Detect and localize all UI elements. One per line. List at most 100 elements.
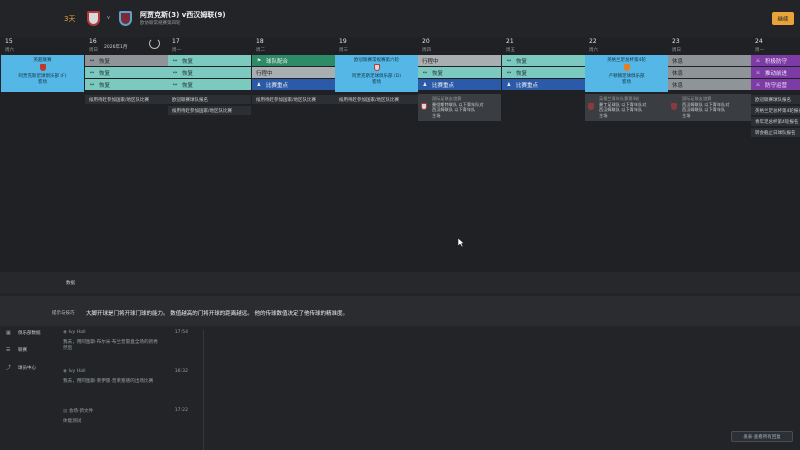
session-label: 恢复 bbox=[182, 82, 194, 89]
session-slot[interactable]: ↔ 恢复 bbox=[85, 79, 168, 90]
recovery-icon: ↔ bbox=[506, 69, 512, 76]
event-note[interactable]: 欧冠联赛球队报名 bbox=[168, 95, 251, 104]
month-label: 2026年1月 bbox=[104, 45, 128, 50]
match-focus-icon: ♟ bbox=[506, 81, 512, 88]
message-time: 17:22 bbox=[174, 408, 188, 413]
youth-match-result[interactable]: 英格兰青年队赛第4轮 曼丁足球队 以下青年队对 西汉姆联队 以下青年队 主场 bbox=[585, 94, 668, 121]
countdown-label: 3天 bbox=[64, 15, 76, 23]
session-slot[interactable]: ↔ 恢复 bbox=[418, 67, 501, 78]
day-date: 19 bbox=[339, 38, 347, 45]
data-section-bar: 数据 bbox=[0, 272, 800, 293]
message-text: 体能测试 bbox=[63, 419, 82, 424]
recovery-icon: ↔ bbox=[172, 57, 178, 64]
session-label: 比赛重点 bbox=[266, 82, 289, 89]
message-sender: Ivy Hall bbox=[68, 369, 86, 374]
youth-match-result[interactable]: 国际足联友谊赛 西汉姆联队 以下青年队对 西汉姆联队 以下青年队 主场 bbox=[668, 94, 751, 121]
event-note[interactable]: 候用待赶参加国家/地区队比赛 bbox=[85, 95, 168, 104]
trend-icon: ⤴ bbox=[6, 365, 12, 371]
session-slot[interactable]: ♟ 比赛重点 bbox=[502, 79, 585, 90]
sidebar-item-label: 俱乐部数据 bbox=[18, 331, 41, 336]
club-crest-icon bbox=[588, 103, 594, 110]
match-title: 阿贾克斯(3) v西汉姆联(9) bbox=[140, 11, 226, 19]
loading-spinner-icon bbox=[149, 38, 160, 49]
westham-crest-icon bbox=[119, 11, 132, 26]
header-bar: 3天 v 阿贾克斯(3) v西汉姆联(9) 欧协联常规赛第四轮 继续 bbox=[0, 0, 800, 37]
session-slot[interactable]: ↔ 恢复 bbox=[168, 79, 251, 90]
session-slot[interactable]: 休息 bbox=[668, 67, 751, 78]
day-weekday: 周一 bbox=[172, 48, 181, 53]
day-weekday: 周三 bbox=[339, 48, 348, 53]
session-slot[interactable]: ⚔ 推动前进 bbox=[751, 67, 800, 78]
session-slot[interactable]: ↔ 恢复 bbox=[168, 67, 251, 78]
mouse-cursor-icon bbox=[458, 238, 464, 247]
sidebar-item-club-data[interactable]: ▦ 俱乐部数据 bbox=[6, 330, 41, 336]
day-weekday: 周日 bbox=[89, 48, 98, 53]
event-note[interactable]: 候用待赶参加国家/地区队比赛 bbox=[168, 106, 251, 115]
session-slot[interactable]: ♟ 比赛重点 bbox=[252, 79, 335, 90]
match-venue: 客场 bbox=[372, 80, 381, 85]
event-note[interactable]: 英格兰足总杯第4轮报名 bbox=[751, 106, 800, 115]
continue-button[interactable]: 继续 bbox=[772, 12, 794, 25]
session-slot[interactable]: ↔ 恢复 bbox=[502, 55, 585, 66]
session-slot[interactable]: ↔ 恢复 bbox=[85, 55, 168, 66]
match-competition: 欧冠联赛常规赛第六轮 bbox=[354, 58, 399, 63]
event-note[interactable]: 青年足总杯第4轮报名 bbox=[751, 117, 800, 126]
day-weekday: 周日 bbox=[672, 48, 681, 53]
result-venue: 主场 bbox=[682, 112, 691, 118]
session-label: 恢复 bbox=[432, 70, 444, 77]
event-note[interactable]: 欧冠联赛球队报名 bbox=[751, 95, 800, 104]
list-item[interactable]: ◉ Ivy Hall 17:54 我去，用阿图斯·布尔米·布兰普雷盘全场的新秀然后 bbox=[63, 330, 188, 351]
club-crest-icon bbox=[373, 64, 380, 71]
recovery-icon: ↔ bbox=[172, 81, 178, 88]
session-label: 比赛重点 bbox=[432, 82, 455, 89]
session-label: 行程中 bbox=[422, 58, 439, 65]
session-label: 球队配合 bbox=[266, 58, 289, 65]
event-note[interactable]: 候用待赶参加国家/地区队比赛 bbox=[252, 95, 335, 104]
event-note[interactable]: 候用待赶参加国家/地区队比赛 bbox=[335, 95, 418, 104]
divider bbox=[203, 330, 204, 450]
day-weekday: 周五 bbox=[506, 48, 515, 53]
list-item[interactable]: ▤ 会场·新文件 17:22 体能测试 bbox=[63, 408, 188, 424]
session-label: 恢复 bbox=[99, 58, 111, 65]
match-focus-icon: ♟ bbox=[422, 81, 428, 88]
recovery-icon: ↔ bbox=[89, 57, 95, 64]
session-slot[interactable]: ↔ 恢复 bbox=[85, 67, 168, 78]
calendar-screen: 3天 v 阿贾克斯(3) v西汉姆联(9) 欧协联常规赛第四轮 继续 2026年… bbox=[0, 0, 800, 450]
session-slot[interactable]: ⚔ 防守运营 bbox=[751, 79, 800, 90]
lower-panel: 数据 提示与技巧 大脚开球是门将开球门球的能力。 数值越高的门将开球的距离越远。… bbox=[0, 272, 800, 450]
match-focus-icon: ♟ bbox=[256, 81, 262, 88]
sidebar-item-player-center[interactable]: ⤴ 球员中心 bbox=[6, 364, 36, 371]
message-time: 16:32 bbox=[174, 369, 188, 374]
tactics-icon: ⚔ bbox=[755, 69, 761, 76]
event-note[interactable]: 转会截止日球队报名 bbox=[751, 128, 800, 137]
sidebar-item-league[interactable]: ☰ 联赛 bbox=[6, 347, 27, 353]
message-text: 我去，用阿图斯·布尔米·布兰普雷盘全场的新秀然后 bbox=[63, 340, 158, 351]
session-slot[interactable]: ♟ 比赛重点 bbox=[418, 79, 501, 90]
match-card[interactable]: 英超联赛 阿贾克斯足球俱乐部 (F) 客场 bbox=[1, 55, 84, 92]
session-slot[interactable]: ⚔ 积极防守 bbox=[751, 55, 800, 66]
match-card[interactable]: 欧冠联赛常规赛第六轮 阿贾克斯足球俱乐部 (D) 客场 bbox=[335, 55, 418, 92]
session-slot[interactable]: 休息 bbox=[668, 79, 751, 90]
session-label: 休息 bbox=[672, 70, 684, 77]
session-label: 恢复 bbox=[99, 70, 111, 77]
session-slot[interactable]: ↔ 恢复 bbox=[168, 55, 251, 66]
day-weekday: 周六 bbox=[589, 48, 598, 53]
day-date: 22 bbox=[589, 38, 597, 45]
result-venue: 主场 bbox=[432, 112, 441, 118]
list-item[interactable]: ◉ Ivy Hall 16:32 我去，用阿图斯·莱伊雷·普莱塞德的出场比赛 bbox=[63, 369, 188, 384]
session-slot[interactable]: 休息 bbox=[668, 55, 751, 66]
session-slot[interactable]: ⚑ 球队配合 bbox=[252, 55, 335, 66]
session-slot[interactable]: ↔ 恢复 bbox=[502, 67, 585, 78]
sidebar-item-label: 联赛 bbox=[18, 348, 27, 353]
section-label: 数据 bbox=[66, 281, 75, 286]
session-label: 防守运营 bbox=[765, 82, 788, 89]
match-card[interactable]: 英格兰足总杯第4轮 卢顿镇足球俱乐部 客场 bbox=[585, 55, 668, 92]
club-crest-icon bbox=[421, 103, 427, 110]
youth-match-result[interactable]: 国际足联友谊赛 曼彻斯特联队 以下青年队对 西汉姆联队 以下青年队 主场 bbox=[418, 94, 501, 121]
day-date: 23 bbox=[672, 38, 680, 45]
view-replies-button[interactable]: 发表·查看所有回复 bbox=[731, 431, 793, 442]
match-subtitle: 欧协联常规赛第四轮 bbox=[140, 21, 181, 26]
recovery-icon: ↔ bbox=[506, 57, 512, 64]
session-slot[interactable]: 行程中 bbox=[252, 67, 335, 78]
session-slot[interactable]: 行程中 bbox=[418, 55, 501, 66]
